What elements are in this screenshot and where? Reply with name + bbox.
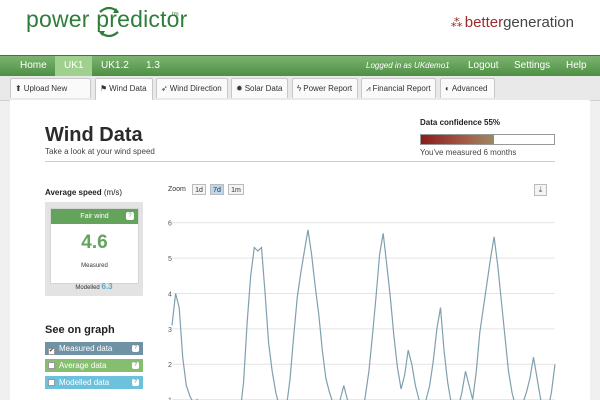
help-icon[interactable]: ?: [126, 212, 134, 220]
direction-arrow-icon: ➶: [161, 84, 168, 93]
modelled-label: Modelled: [75, 285, 100, 291]
lightning-icon: ϟ: [297, 84, 302, 93]
data-confidence-label: Data confidence 55%: [420, 118, 501, 127]
y-tick-label: 2: [168, 362, 172, 369]
toggle-average-data[interactable]: Average data?: [45, 359, 143, 372]
measured-speed-value: 4.6: [81, 232, 108, 253]
help-icon[interactable]: ?: [132, 362, 139, 369]
y-tick-label: 4: [168, 291, 172, 298]
checkbox-icon[interactable]: [48, 362, 55, 369]
average-speed-title: Average speed (m/s): [45, 188, 122, 197]
y-tick-label: 3: [168, 327, 172, 334]
chart-icon: ⩘: [366, 84, 371, 93]
nav-uk1-2[interactable]: UK1.2: [101, 56, 129, 76]
checkbox-icon[interactable]: [48, 379, 55, 386]
modelled-speed: Modelled 6.3: [45, 282, 143, 291]
download-icon[interactable]: ⤓: [534, 184, 547, 196]
tab-label: Power Report: [303, 84, 353, 93]
zoom-1d-button[interactable]: 1d: [192, 184, 206, 195]
tab-label: Solar Data: [244, 84, 283, 93]
help-icon[interactable]: ?: [132, 345, 139, 352]
legend-label: Average data: [59, 361, 107, 370]
nav-help[interactable]: Help: [566, 56, 587, 76]
tab-advanced[interactable]: ◐ Advanced: [440, 78, 495, 98]
nav-1-3[interactable]: 1.3: [146, 56, 160, 76]
main-nav: Home UK1 UK1.2 1.3 Logged in as UKdemo1 …: [0, 55, 600, 77]
page-subtitle: Take a look at your wind speed: [45, 147, 155, 156]
tab-solar-data[interactable]: ✹ Solar Data: [231, 78, 288, 98]
upload-arrow-icon: ⬆: [15, 84, 22, 93]
logo-trademark: tm: [172, 12, 179, 18]
help-icon[interactable]: ?: [132, 379, 139, 386]
average-speed-card: Fair wind? 4.6 Measured: [50, 208, 139, 284]
tab-wind-data[interactable]: ⚑ Wind Data: [95, 78, 153, 101]
checkbox-checked-icon[interactable]: ✔: [48, 348, 55, 355]
nav-uk1[interactable]: UK1: [55, 56, 93, 76]
nav-logout[interactable]: Logout: [468, 56, 499, 76]
power-predictor-logo[interactable]: power predictor tm: [26, 6, 188, 38]
data-confidence-fill: [421, 135, 495, 144]
sparkle-icon: ⁂: [450, 16, 463, 30]
data-confidence-bar: [420, 134, 555, 145]
tab-label: Advanced: [451, 84, 488, 93]
wind-rating-label: Fair wind: [80, 213, 109, 220]
average-speed-panel: Fair wind? 4.6 Measured Modelled 6.3: [45, 202, 143, 296]
wind-rating-badge: Fair wind?: [51, 209, 138, 224]
nav-home[interactable]: Home: [20, 56, 47, 76]
average-speed-unit: (m/s): [103, 188, 123, 197]
wind-speed-chart: 654321: [168, 221, 556, 400]
see-on-graph-title: See on graph: [45, 324, 115, 336]
nav-settings[interactable]: Settings: [514, 56, 550, 76]
flag-icon: ⚑: [100, 84, 108, 93]
tab-label: Financial Report: [372, 84, 431, 93]
content-panel: Wind Data Take a look at your wind speed…: [10, 100, 590, 400]
toggle-modelled-data[interactable]: Modelled data?: [45, 376, 143, 389]
tab-bar: ⬆Upload New Data ⚑Wind Data ➶Wind Direct…: [0, 76, 600, 113]
legend-label: Modelled data: [59, 378, 110, 387]
half-circle-icon: ◐: [445, 84, 450, 93]
toggle-measured-data[interactable]: ✔ Measured data?: [45, 342, 143, 355]
average-speed-label: Average speed: [45, 188, 102, 197]
zoom-1m-button[interactable]: 1m: [228, 184, 244, 195]
tab-label: Wind Direction: [169, 84, 222, 93]
legend-label: Measured data: [59, 344, 113, 353]
modelled-value: 6.3: [101, 282, 113, 291]
measured-label: Measured: [81, 263, 108, 269]
better-generation-logo[interactable]: ⁂ bettergeneration: [451, 14, 574, 31]
recycle-arrows-icon: [99, 6, 119, 38]
brand-part-better: better: [464, 14, 504, 31]
header: power predictor tm ⁂ bettergeneration: [0, 0, 600, 55]
tab-label: Wind Data: [109, 84, 147, 93]
zoom-7d-button[interactable]: 7d: [210, 184, 224, 195]
tab-upload-new-data[interactable]: ⬆Upload New Data: [10, 78, 91, 113]
tab-financial-report[interactable]: ⩘ Financial Report: [361, 78, 436, 98]
sun-icon: ✹: [236, 84, 243, 93]
y-tick-label: 6: [168, 221, 172, 228]
y-tick-label: 5: [168, 256, 172, 263]
brand-part-generation: generation: [503, 14, 574, 31]
zoom-label: Zoom: [168, 186, 186, 193]
measured-data-line: [171, 229, 556, 400]
data-confidence-note: You've measured 6 months: [420, 148, 517, 157]
page-title: Wind Data: [45, 124, 143, 146]
tab-power-report[interactable]: ϟ Power Report: [292, 78, 358, 98]
tab-wind-direction[interactable]: ➶ Wind Direction: [156, 78, 228, 98]
title-divider: [45, 161, 555, 162]
logged-in-as: Logged in as UKdemo1: [366, 61, 450, 70]
